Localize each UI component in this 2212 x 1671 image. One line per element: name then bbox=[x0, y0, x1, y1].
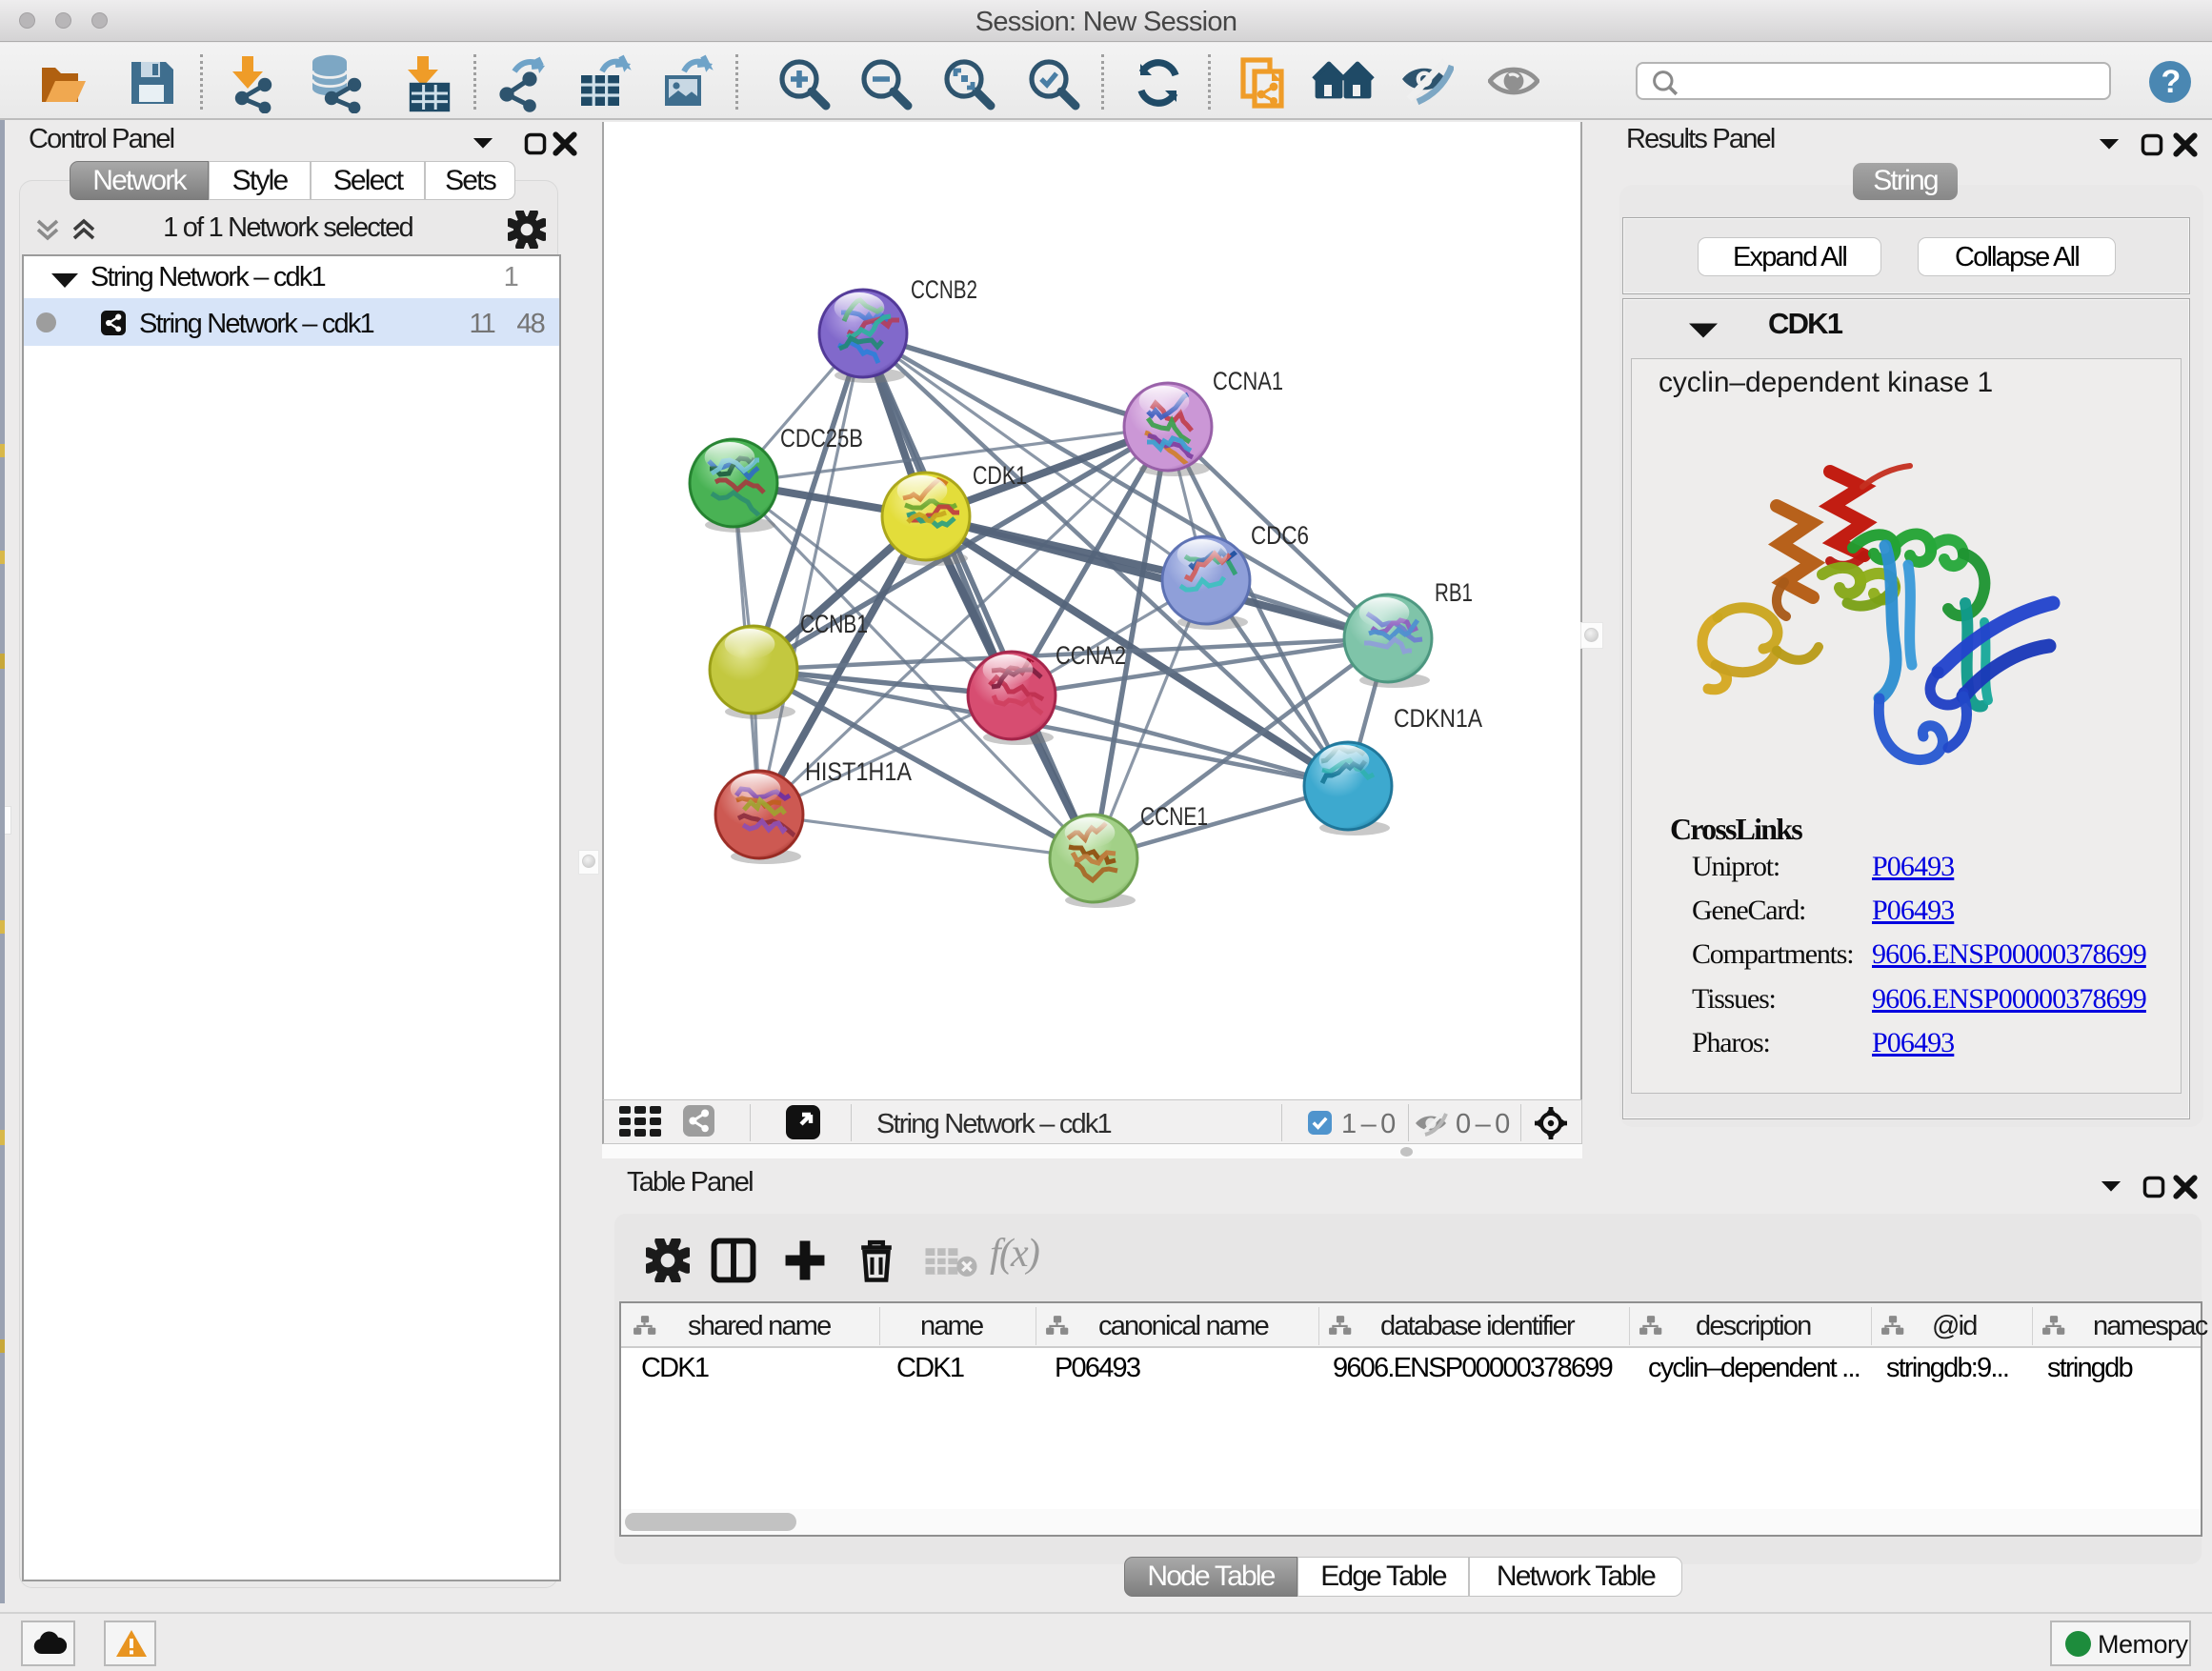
svg-text:CCNE1: CCNE1 bbox=[1140, 802, 1208, 831]
svg-text:CCNA1: CCNA1 bbox=[1213, 367, 1283, 395]
svg-text:CDK1: CDK1 bbox=[973, 461, 1027, 490]
svg-text:RB1: RB1 bbox=[1435, 578, 1473, 607]
svg-text:CCNA2: CCNA2 bbox=[1056, 641, 1126, 670]
svg-text:CCNB1: CCNB1 bbox=[800, 610, 868, 638]
svg-text:CCNB2: CCNB2 bbox=[911, 275, 977, 304]
svg-text:CDC6: CDC6 bbox=[1251, 521, 1309, 550]
svg-text:CDKN1A: CDKN1A bbox=[1394, 704, 1482, 733]
svg-text:HIST1H1A: HIST1H1A bbox=[805, 757, 912, 786]
svg-text:CDC25B: CDC25B bbox=[780, 424, 863, 453]
